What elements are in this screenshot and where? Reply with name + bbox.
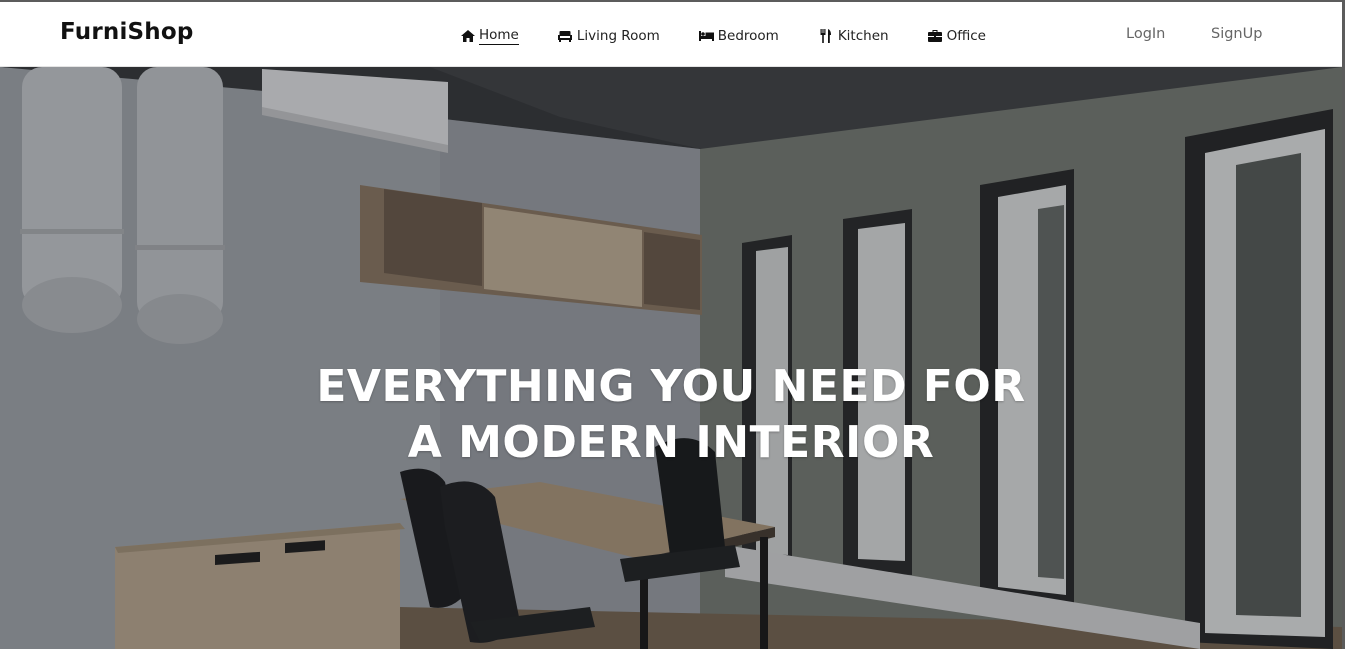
nav-item-office[interactable]: Office [928,25,986,47]
brand-logo[interactable]: FurniShop [60,19,194,45]
hero-headline-line-2: A MODERN INTERIOR [407,417,935,468]
nav-item-living-room-label: Living Room [576,28,660,44]
navbar: FurniShop Home Living Room Bedroom Kitch… [0,2,1342,67]
briefcase-icon [928,30,943,43]
nav-item-bedroom-label: Bedroom [717,28,779,44]
nav-item-office-label: Office [946,28,986,44]
hero-headline: EVERYTHING YOU NEED FOR A MODERN INTERIO… [0,359,1342,471]
home-icon [460,30,475,43]
sofa-icon [558,30,573,43]
nav-item-home-label: Home [479,27,519,45]
nav-item-bedroom[interactable]: Bedroom [698,25,779,47]
login-link[interactable]: LogIn [1126,26,1165,42]
nav-item-kitchen[interactable]: Kitchen [819,25,889,47]
hero-headline-line-1: EVERYTHING YOU NEED FOR [316,361,1026,412]
bed-icon [698,30,714,43]
cutlery-icon [819,29,834,43]
signup-link[interactable]: SignUp [1211,26,1262,42]
nav-item-home[interactable]: Home [460,25,519,47]
nav-item-kitchen-label: Kitchen [837,28,889,44]
nav-item-living-room[interactable]: Living Room [558,25,660,47]
hero-banner: EVERYTHING YOU NEED FOR A MODERN INTERIO… [0,67,1342,649]
main-nav: Home Living Room Bedroom Kitchen Office [460,25,986,47]
hero-dark-overlay [0,67,1342,649]
